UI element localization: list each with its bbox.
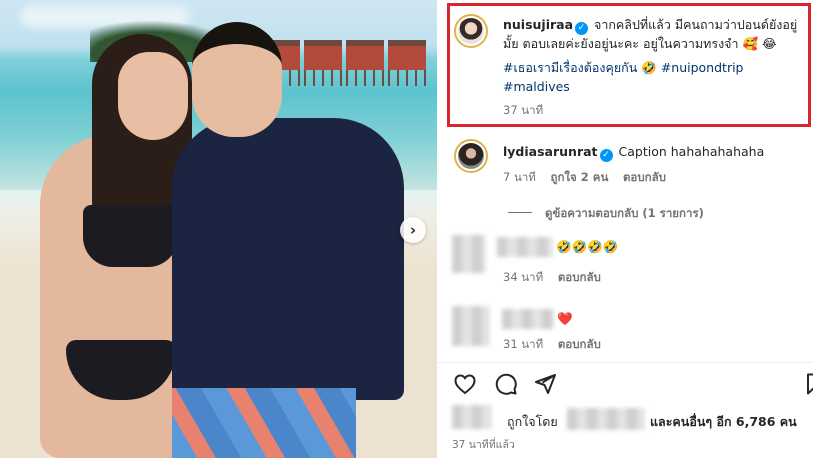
- caption-emoji: 🤣: [641, 60, 657, 75]
- send-icon[interactable]: [533, 372, 557, 396]
- caption-line-1: nuisujiraa ✓ จากคลิปที่แล้ว มีคนถามว่าปอน…: [503, 16, 797, 35]
- comment-text: Caption hahahahahaha: [618, 144, 765, 159]
- commenter-avatar-blurred[interactable]: [452, 235, 486, 273]
- comment-username[interactable]: lydiasarunrat: [503, 144, 598, 159]
- photo-man-shorts: [172, 388, 356, 458]
- verified-badge-icon: ✓: [575, 22, 589, 35]
- caption-line-4: #maldives: [503, 78, 570, 96]
- photo-man: [172, 118, 404, 400]
- comment-likes[interactable]: ถูกใจ 2 คน: [551, 170, 609, 184]
- view-replies-link[interactable]: ดูข้อความตอบกลับ (1 รายการ): [545, 205, 704, 223]
- villa: [388, 40, 426, 86]
- likes-count[interactable]: และคนอื่นๆ อีก 6,786 คน: [650, 413, 797, 431]
- comment-username-blurred[interactable]: [502, 309, 554, 329]
- owner-avatar[interactable]: [454, 14, 488, 48]
- hashtag-link[interactable]: #เธอเรามีเรื่องต้องคุยกัน: [503, 60, 637, 75]
- next-photo-button[interactable]: ›: [400, 217, 426, 243]
- photo-woman-face: [118, 52, 188, 140]
- heart-icon[interactable]: [453, 372, 477, 396]
- post-timestamp: 37 นาทีที่แล้ว: [452, 439, 515, 451]
- comment-time: 7 นาที: [503, 170, 536, 184]
- hashtag-link[interactable]: #maldives: [503, 79, 570, 94]
- reply-button[interactable]: ตอบกลับ: [558, 270, 601, 284]
- chevron-right-icon: ›: [409, 221, 417, 239]
- hashtag-link[interactable]: #nuipondtrip: [661, 60, 744, 75]
- reply-button[interactable]: ตอบกลับ: [558, 337, 601, 351]
- photo-man-head: [192, 22, 282, 137]
- replies-divider: [508, 212, 532, 213]
- liker-username-blurred[interactable]: [567, 408, 645, 430]
- bookmark-icon[interactable]: [803, 372, 813, 396]
- view-replies-label: ดูข้อความตอบกลับ (1 รายการ): [545, 206, 704, 220]
- comment-text: 🤣🤣🤣🤣: [556, 239, 619, 254]
- liker-avatars-blurred[interactable]: [452, 405, 492, 429]
- comment-icon[interactable]: [494, 372, 518, 396]
- villa: [304, 40, 342, 86]
- reply-button[interactable]: ตอบกลับ: [623, 170, 666, 184]
- photo-bikini-top: [83, 205, 178, 267]
- avatar-image: [458, 143, 484, 169]
- actions-divider: [437, 362, 813, 363]
- comment-time: 31 นาที: [503, 337, 544, 351]
- caption-line-2: มั้ย ตอบเลยค่ะยังอยู่นะคะ อยู่ในความทรงจ…: [503, 36, 777, 51]
- comment-text: ❤️: [557, 311, 573, 326]
- commenter-avatar-blurred[interactable]: [452, 306, 490, 346]
- comment-line: lydiasarunrat ✓ Caption hahahahahaha: [503, 143, 764, 162]
- comment-meta: 31 นาที ตอบกลับ: [503, 336, 601, 354]
- caption-line-3: #เธอเรามีเรื่องต้องคุยกัน 🤣 #nuipondtrip: [503, 59, 744, 77]
- comment-meta: 7 นาที ถูกใจ 2 คน ตอบกลับ: [503, 169, 666, 187]
- verified-badge-icon: ✓: [599, 149, 613, 162]
- avatar-image: [458, 18, 484, 44]
- comment-username-blurred[interactable]: [497, 237, 553, 257]
- villa: [346, 40, 384, 86]
- owner-username[interactable]: nuisujiraa: [503, 17, 573, 32]
- photo-water-villas: [262, 32, 437, 88]
- post-photo[interactable]: ›: [0, 0, 437, 458]
- comment-time: 34 นาที: [503, 270, 544, 284]
- caption-time: 37 นาที: [503, 103, 544, 117]
- comment-meta: 34 นาที ตอบกลับ: [503, 269, 601, 287]
- caption-text-1: จากคลิปที่แล้ว มีคนถามว่าปอนด์ยังอยู่: [594, 17, 798, 32]
- commenter-avatar[interactable]: [454, 139, 488, 173]
- likes-prefix: ถูกใจโดย: [507, 414, 558, 429]
